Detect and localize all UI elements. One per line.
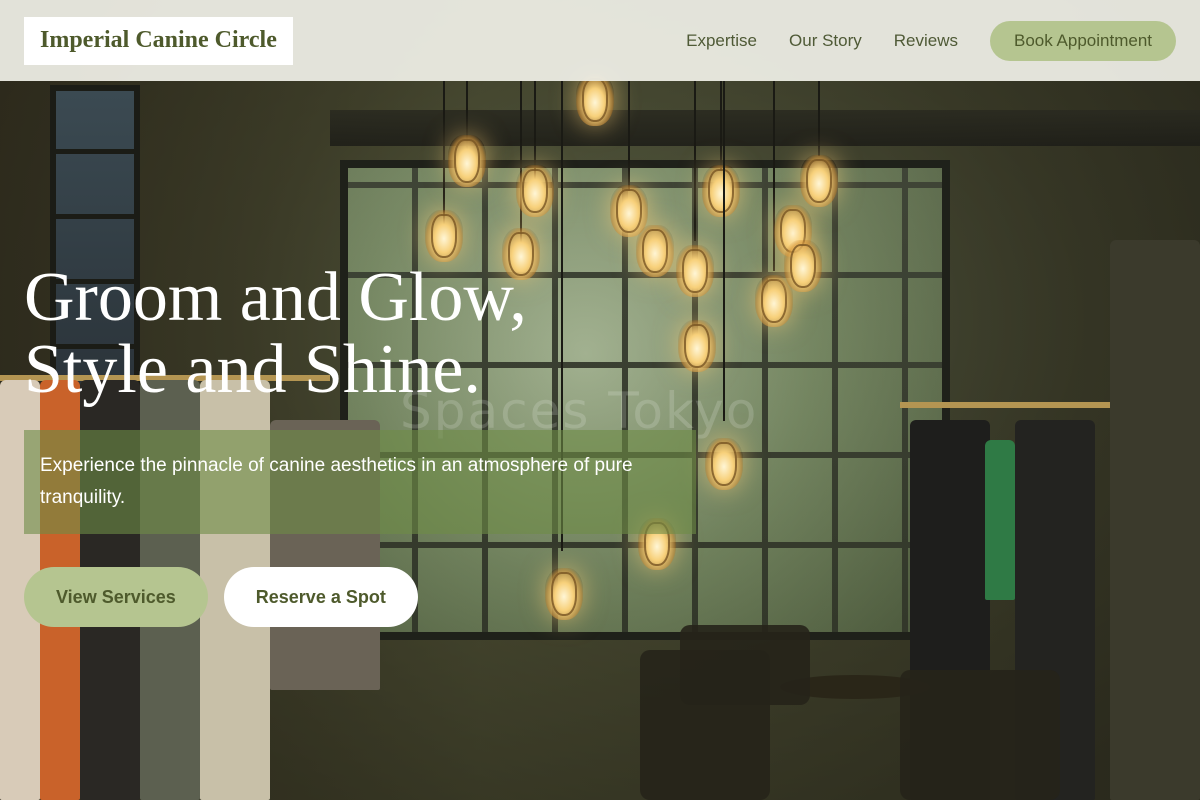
nav-link-our-story[interactable]: Our Story	[789, 31, 862, 51]
background-chair	[680, 625, 810, 705]
background-lamp-cord	[520, 81, 522, 251]
hero-title-line-1: Groom and Glow,	[24, 259, 527, 336]
view-services-button[interactable]: View Services	[24, 567, 208, 627]
background-chair	[900, 670, 1060, 800]
hero-section: Spaces Tokyo Imperial Canine Circle Expe…	[0, 0, 1200, 800]
background-pendant-lamp	[702, 165, 740, 217]
hero-title-line-2: Style and Shine.	[24, 331, 481, 408]
background-garment	[985, 440, 1015, 600]
background-lamp-cord	[628, 81, 630, 191]
brand-logo[interactable]: Imperial Canine Circle	[24, 16, 293, 65]
book-appointment-button[interactable]: Book Appointment	[990, 20, 1176, 61]
nav-link-reviews[interactable]: Reviews	[894, 31, 958, 51]
hero-subtitle-panel: Experience the pinnacle of canine aesthe…	[24, 430, 696, 534]
background-lamp-cord	[818, 81, 820, 156]
background-pendant-lamp	[448, 135, 486, 187]
background-pendant-lamp	[800, 155, 838, 207]
reserve-spot-button[interactable]: Reserve a Spot	[223, 567, 418, 627]
background-garment	[1110, 240, 1200, 800]
background-lamp-cord	[694, 81, 696, 241]
background-lamp-cord	[723, 81, 725, 421]
hero-cta-row: View Services Reserve a Spot	[24, 567, 696, 627]
background-lamp-cord	[720, 81, 722, 171]
hero-subtitle: Experience the pinnacle of canine aesthe…	[40, 455, 633, 508]
nav-links: Expertise Our Story Reviews Book Appoint…	[686, 20, 1176, 61]
hero-title: Groom and Glow, Style and Shine.	[24, 262, 644, 406]
nav-link-expertise[interactable]: Expertise	[686, 31, 757, 51]
background-pendant-lamp	[705, 438, 743, 490]
top-navbar: Imperial Canine Circle Expertise Our Sto…	[0, 0, 1200, 81]
hero-content: Groom and Glow, Style and Shine. Experie…	[24, 262, 696, 627]
background-pendant-lamp	[425, 210, 463, 262]
background-lamp-cord	[443, 81, 445, 231]
background-pendant-lamp	[784, 240, 822, 292]
background-pendant-lamp	[516, 165, 554, 217]
background-pendant-lamp	[576, 74, 614, 126]
